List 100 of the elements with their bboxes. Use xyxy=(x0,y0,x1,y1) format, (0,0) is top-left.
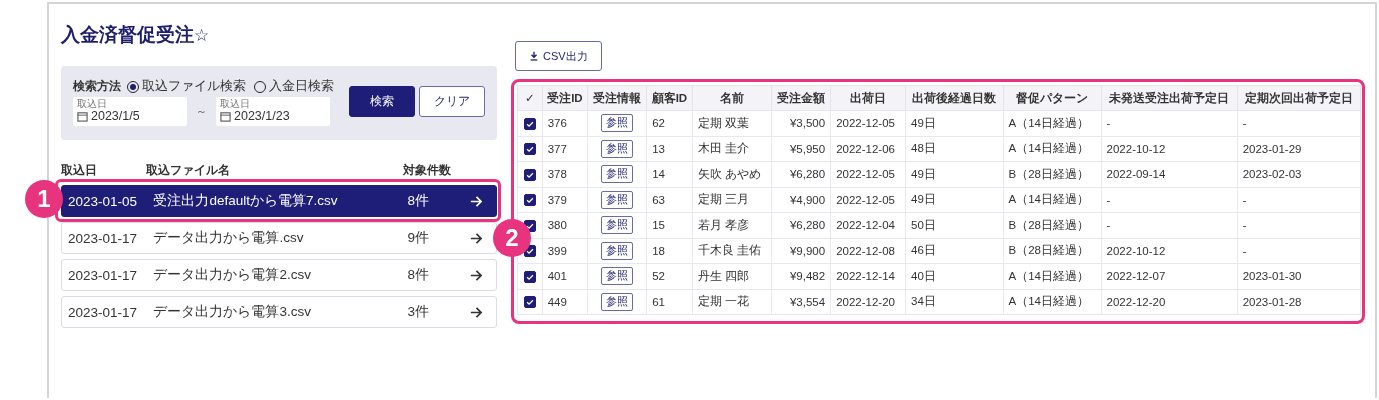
table-cell: 若月 孝彦 xyxy=(697,218,749,231)
table-cell: 2022-12-08 xyxy=(836,244,895,257)
import-date: 2023-01-17 xyxy=(68,304,139,320)
date-field[interactable]: 取込日 2023/1/5 xyxy=(73,97,187,126)
table-cell: 2022-10-12 xyxy=(1106,244,1166,257)
table-cell: 449 xyxy=(547,295,567,308)
view-button[interactable]: 参照 xyxy=(601,190,634,209)
table-cell: 380 xyxy=(547,219,567,232)
table-cell: 丹生 四郎 xyxy=(697,269,749,282)
column-header: 出荷日 xyxy=(830,85,906,111)
page-title: 入金済督促受注 xyxy=(61,23,194,47)
calendar-icon xyxy=(77,111,88,122)
table-cell: ¥9,900 xyxy=(789,244,826,257)
table-cell: 2022-09-14 xyxy=(1106,168,1166,181)
table-cell: 定期 一花 xyxy=(697,295,749,308)
row-checkbox[interactable] xyxy=(523,194,536,207)
radio-option[interactable]: 取込ファイル検索 xyxy=(127,78,246,95)
record-count: 9件 xyxy=(407,229,431,247)
date-value: 2023/1/5 xyxy=(91,109,140,124)
table-cell: 34日 xyxy=(911,295,936,308)
table-cell: 379 xyxy=(547,193,567,206)
favorite-star[interactable]: ☆ xyxy=(194,24,210,46)
table-cell: B（28日経過） xyxy=(1008,167,1089,180)
table-cell: 50日 xyxy=(911,218,936,231)
table-cell: ¥4,900 xyxy=(789,193,826,206)
range-separator: ～ xyxy=(196,104,207,119)
table-cell: ¥5,950 xyxy=(789,142,826,155)
table-cell: 2022-12-05 xyxy=(836,168,895,181)
file-row[interactable]: 2023-01-05 受注出力defaultから電算7.csv 8件 xyxy=(61,185,497,217)
table-cell: 2022-12-04 xyxy=(836,219,895,232)
table-cell: B（28日経過） xyxy=(1008,218,1089,231)
date-field[interactable]: 取込日 2023/1/23 xyxy=(216,97,330,126)
table-cell: - xyxy=(1106,117,1111,130)
table-cell: 377 xyxy=(547,142,567,155)
table-cell: 401 xyxy=(547,270,567,283)
table-cell: ¥6,280 xyxy=(789,219,826,232)
table-cell: B（28日経過） xyxy=(1008,244,1089,257)
row-checkbox[interactable] xyxy=(523,270,536,283)
column-header: 取込ファイル名 xyxy=(146,162,231,179)
table-cell: 千木良 圭佑 xyxy=(697,244,761,257)
radio-option[interactable]: 入金日検索 xyxy=(254,78,334,95)
column-header: 受注ID xyxy=(542,85,588,111)
row-checkbox[interactable] xyxy=(523,117,536,130)
table-cell: A（14日経過） xyxy=(1008,269,1089,282)
record-count: 8件 xyxy=(407,266,431,284)
csv-export-button[interactable]: CSV出力 xyxy=(515,41,602,71)
table-cell: 49日 xyxy=(911,167,936,180)
table-cell: ¥9,482 xyxy=(789,270,826,283)
view-button[interactable]: 参照 xyxy=(601,267,634,286)
column-header: 顧客ID xyxy=(646,85,693,111)
table-cell: 378 xyxy=(547,168,567,181)
table-cell: 2023-01-28 xyxy=(1242,295,1302,308)
download-icon xyxy=(529,51,539,61)
table-cell: 2022-10-12 xyxy=(1106,142,1166,155)
file-name: データ出力から電算2.csv xyxy=(153,266,312,284)
table-cell: 15 xyxy=(652,219,665,232)
table-cell: 49日 xyxy=(911,193,936,206)
table-cell: 2022-12-20 xyxy=(1106,295,1166,308)
search-button[interactable]: 検索 xyxy=(349,86,415,117)
file-name: データ出力から電算3.csv xyxy=(153,303,312,321)
table-cell: 定期 双葉 xyxy=(697,116,749,129)
view-button[interactable]: 参照 xyxy=(601,292,634,311)
table-cell: 2022-12-06 xyxy=(836,142,895,155)
table-cell: 40日 xyxy=(911,269,936,282)
import-date: 2023-01-05 xyxy=(68,193,139,209)
search-method-label: 検索方法 xyxy=(73,78,121,95)
table-cell: 52 xyxy=(652,270,665,283)
table-cell: 399 xyxy=(547,244,567,257)
view-button[interactable]: 参照 xyxy=(601,114,634,133)
view-button[interactable]: 参照 xyxy=(601,139,634,158)
table-cell: - xyxy=(1242,117,1247,130)
file-row[interactable]: 2023-01-17 データ出力から電算3.csv 3件 xyxy=(61,296,497,328)
record-count: 3件 xyxy=(407,303,431,321)
view-button[interactable]: 参照 xyxy=(601,241,634,260)
callout-number: 2 xyxy=(493,219,531,257)
file-row[interactable]: 2023-01-17 データ出力から電算2.csv 8件 xyxy=(61,259,497,291)
table-cell: - xyxy=(1242,244,1247,257)
table-cell: A（14日経過） xyxy=(1008,142,1089,155)
table-cell: 14 xyxy=(652,168,665,181)
row-checkbox[interactable] xyxy=(523,296,536,309)
table-cell: - xyxy=(1242,193,1247,206)
view-button[interactable]: 参照 xyxy=(601,216,634,235)
column-header: 受注情報 xyxy=(587,85,647,111)
view-button[interactable]: 参照 xyxy=(601,165,634,184)
table-cell: 2022-12-07 xyxy=(1106,270,1166,283)
table-cell: ¥3,554 xyxy=(789,295,826,308)
callout-number: 1 xyxy=(25,180,63,218)
clear-button[interactable]: クリア xyxy=(419,86,485,117)
table-cell: 376 xyxy=(547,117,567,130)
table-cell: 13 xyxy=(652,142,665,155)
column-header: 受注金額 xyxy=(771,85,831,111)
table-cell: 63 xyxy=(652,193,665,206)
table-cell: - xyxy=(1242,219,1247,232)
column-header: 督促パターン xyxy=(1003,85,1102,111)
table-cell: 定期 三月 xyxy=(697,193,749,206)
row-checkbox[interactable] xyxy=(523,143,536,156)
table-cell: 2022-12-05 xyxy=(836,193,895,206)
table-cell: ¥3,500 xyxy=(789,117,826,130)
file-row[interactable]: 2023-01-17 データ出力から電算.csv 9件 xyxy=(61,222,497,254)
row-checkbox[interactable] xyxy=(523,168,536,181)
